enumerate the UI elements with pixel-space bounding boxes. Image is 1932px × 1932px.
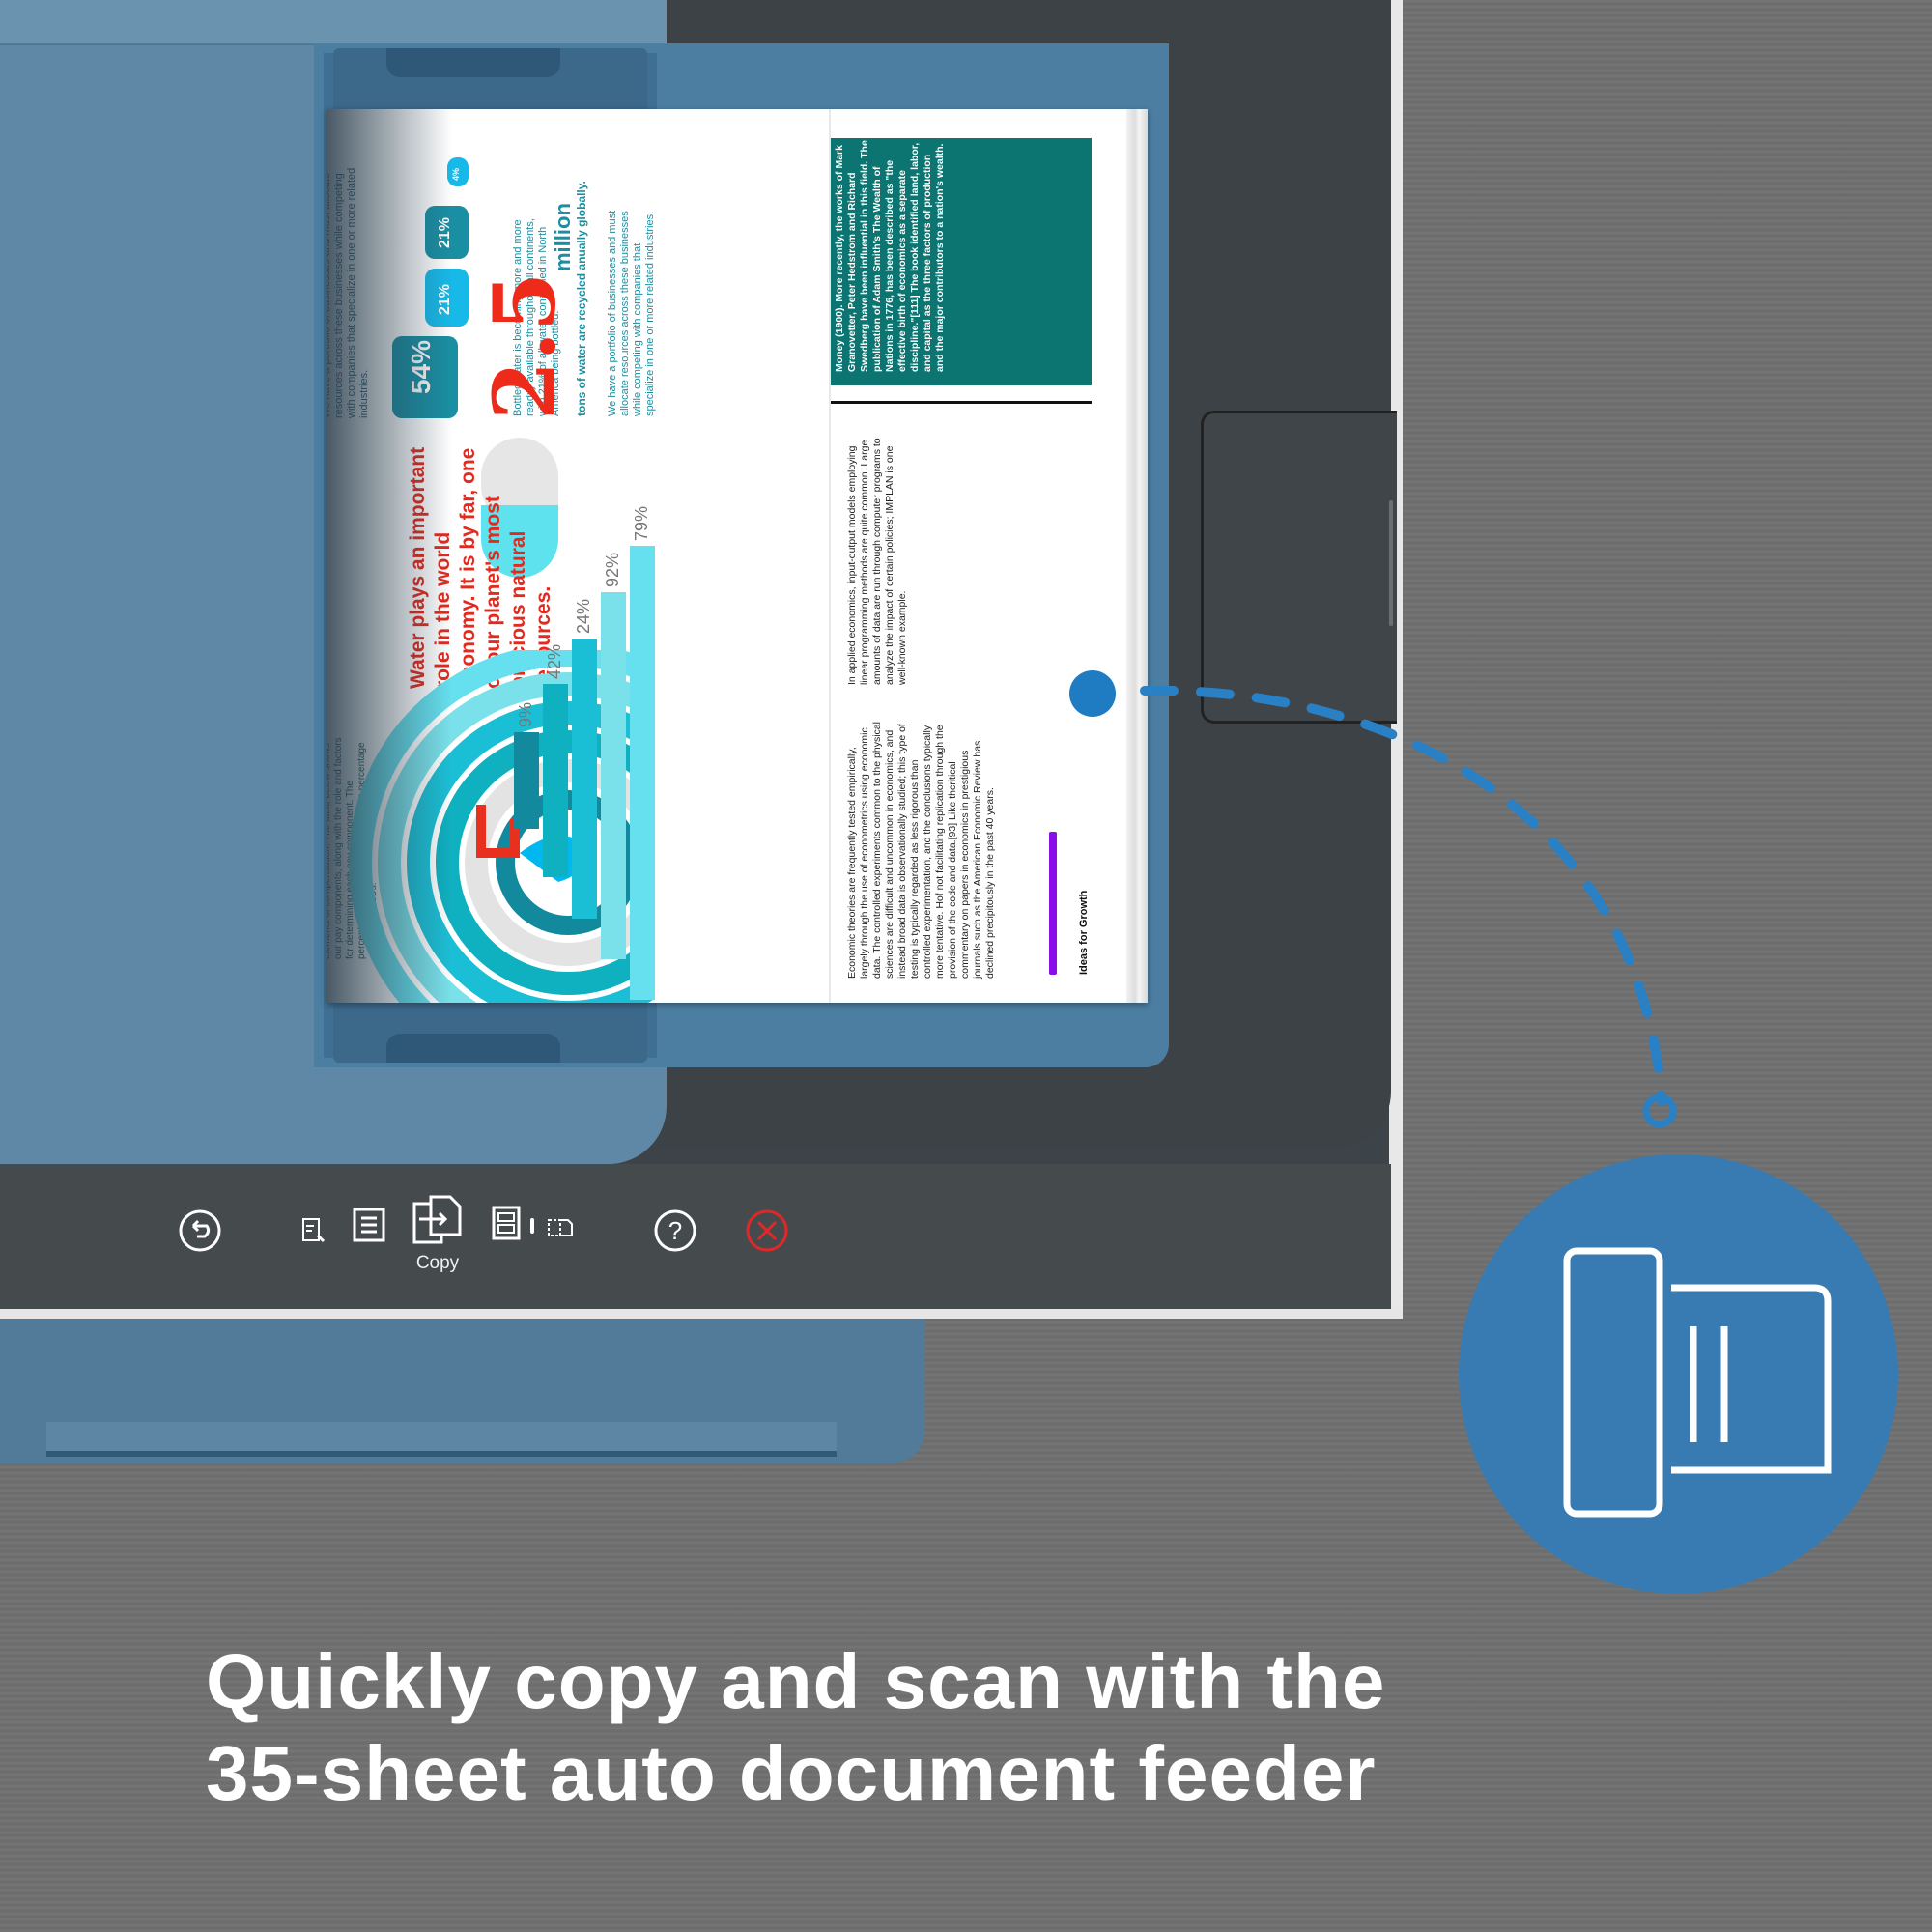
teal-callout-text: Money (1900). More recently, the works o…: [834, 140, 946, 372]
headline-line-1: Quickly copy and scan with the: [206, 1638, 1386, 1724]
back-icon: [179, 1209, 221, 1252]
headline: Quickly copy and scan with the 35-sheet …: [206, 1635, 1848, 1819]
body-paragraph-2: Economic theories are frequently tested …: [846, 722, 996, 979]
duplex-button[interactable]: [546, 1215, 575, 1240]
lid-handle-recess[interactable]: [1201, 411, 1397, 724]
copy-label: Copy: [415, 1253, 460, 1273]
paper-guide-bottom-grip[interactable]: [386, 1034, 560, 1063]
adf-feature-badge: [1459, 1154, 1898, 1594]
panel-trim: [0, 1309, 1403, 1319]
document-icon: [353, 1208, 385, 1242]
bar-42: [543, 684, 568, 877]
copy-button[interactable]: [411, 1193, 465, 1247]
duplex-icon: [548, 1219, 573, 1236]
bar-label-9: 9%: [516, 701, 535, 727]
copy-icon: [412, 1195, 462, 1244]
document-sheet: We have a portfolio of businesses and mu…: [327, 109, 1148, 1003]
back-button[interactable]: [177, 1208, 223, 1254]
section-rule: [831, 401, 1092, 404]
adf-cover-hinge: [0, 0, 667, 45]
paper-guide-top-grip[interactable]: [386, 48, 560, 77]
big-stat-body: We have a portfolio of businesses and mu…: [607, 210, 656, 416]
bar-79: [630, 546, 655, 1000]
id-card-copy-icon: [492, 1206, 521, 1240]
big-stat-caption: tons of water are recycled anually globa…: [575, 181, 588, 416]
callout-end-ring: [1642, 1094, 1677, 1128]
bar-label-79: 79%: [632, 505, 651, 541]
output-tray-slot[interactable]: [46, 1422, 837, 1457]
help-icon: ?: [654, 1209, 696, 1252]
svg-text:?: ?: [668, 1216, 682, 1245]
adf-scanner-icon: [1563, 1247, 1832, 1518]
paper-shadow: [327, 109, 452, 1003]
accent-bar: [1049, 832, 1057, 975]
id-card-copy-button[interactable]: [491, 1205, 522, 1241]
indicator-light: [530, 1218, 534, 1234]
big-stat-number: 2.5: [474, 271, 575, 420]
help-button[interactable]: ?: [652, 1208, 698, 1254]
big-stat-unit: million: [551, 203, 575, 271]
copy-settings-icon: [302, 1218, 326, 1243]
bar-label-92: 92%: [603, 552, 622, 587]
copy-settings-button[interactable]: [299, 1215, 328, 1246]
bar-92: [601, 592, 626, 959]
cancel-button[interactable]: [744, 1208, 790, 1254]
paper-stack-edge: [1126, 109, 1148, 1003]
body-paragraph-1: In applied economics, input-output model…: [846, 438, 908, 685]
bar-24: [572, 639, 597, 919]
headline-line-2: 35-sheet auto document feeder: [206, 1730, 1377, 1816]
bar-9: [514, 732, 539, 829]
document-button[interactable]: [351, 1206, 387, 1244]
cancel-icon: [746, 1209, 788, 1252]
lid-grip: [1389, 500, 1393, 626]
bar-label-24: 24%: [574, 598, 593, 634]
bar-label-42: 42%: [545, 643, 564, 679]
section-title: Ideas for Growth: [1078, 890, 1090, 975]
